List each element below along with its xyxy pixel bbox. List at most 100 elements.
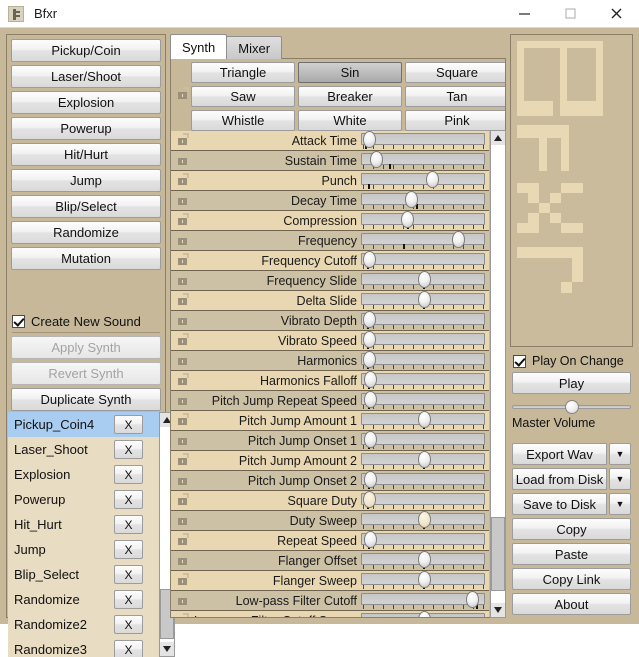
parameter-slider[interactable] [361, 531, 485, 549]
parameter-lock[interactable] [178, 392, 190, 410]
slider-track[interactable] [361, 393, 485, 405]
slider-thumb[interactable] [363, 311, 377, 328]
parameter-slider[interactable] [361, 491, 485, 509]
parameter-slider-list[interactable]: Attack Time Sustain Time Punch Decay Time Co… [171, 131, 489, 617]
parameter-lock[interactable] [178, 532, 190, 550]
parameter-row[interactable]: Sustain Time [171, 151, 489, 171]
parameter-lock[interactable] [178, 292, 190, 310]
duplicate-synth-button[interactable]: Duplicate Synth [11, 388, 161, 411]
parameter-lock[interactable] [178, 452, 190, 470]
unlocked-padlock-icon[interactable] [178, 87, 190, 99]
delete-sound-button[interactable]: X [114, 565, 143, 584]
delete-sound-button[interactable]: X [114, 415, 143, 434]
parameter-row[interactable]: Square Duty [171, 491, 489, 511]
slider-track[interactable] [361, 353, 485, 365]
slider-track[interactable] [361, 473, 485, 485]
slider-thumb[interactable] [369, 151, 383, 168]
parameter-lock[interactable] [178, 372, 190, 390]
maximize-icon[interactable] [547, 0, 593, 28]
generator-button-explosion[interactable]: Explosion [11, 91, 161, 114]
parameter-row[interactable]: Flanger Sweep [171, 571, 489, 591]
parameter-row[interactable]: Vibrato Speed [171, 331, 489, 351]
parameter-row[interactable]: Frequency Slide [171, 271, 489, 291]
export-wav-button[interactable]: Export Wav [512, 443, 607, 465]
slider-track[interactable] [361, 173, 485, 185]
delete-sound-button[interactable]: X [114, 640, 143, 657]
play-button[interactable]: Play [512, 372, 631, 394]
parameter-slider[interactable] [361, 311, 485, 329]
unlocked-padlock-icon[interactable] [178, 272, 190, 285]
slider-track[interactable] [361, 133, 485, 145]
scroll-down-arrow-icon[interactable] [491, 603, 505, 617]
unlocked-padlock-icon[interactable] [178, 372, 190, 385]
parameter-slider[interactable] [361, 331, 485, 349]
wave-type-triangle[interactable]: Triangle [191, 62, 295, 83]
slider-thumb[interactable] [417, 451, 431, 468]
create-new-sound-row[interactable]: Create New Sound [12, 312, 141, 330]
parameter-slider[interactable] [361, 551, 485, 569]
slider-track[interactable] [361, 253, 485, 265]
parameter-slider[interactable] [361, 571, 485, 589]
list-item[interactable]: Powerup X [8, 487, 165, 512]
delete-sound-button[interactable]: X [114, 615, 143, 634]
paste-button[interactable]: Paste [512, 543, 631, 565]
load-from-disk-dropdown-chevron-down-icon[interactable]: ▼ [609, 468, 631, 490]
parameter-row[interactable]: Frequency [171, 231, 489, 251]
wave-type-breaker[interactable]: Breaker [298, 86, 402, 107]
parameter-lock[interactable] [178, 432, 190, 450]
generator-button-jump[interactable]: Jump [11, 169, 161, 192]
wave-type-saw[interactable]: Saw [191, 86, 295, 107]
parameter-slider[interactable] [361, 431, 485, 449]
slider-track[interactable] [361, 313, 485, 325]
slider-thumb[interactable] [363, 351, 377, 368]
parameter-lock[interactable] [178, 332, 190, 350]
create-new-sound-checkbox[interactable] [12, 314, 25, 328]
parameter-lock[interactable] [178, 472, 190, 490]
parameter-row[interactable]: Delta Slide [171, 291, 489, 311]
generator-button-laser-shoot[interactable]: Laser/Shoot [11, 65, 161, 88]
unlocked-padlock-icon[interactable] [178, 152, 190, 165]
parameter-row[interactable]: Pitch Jump Amount 1 [171, 411, 489, 431]
parameter-row[interactable]: Duty Sweep [171, 511, 489, 531]
parameter-row[interactable]: Pitch Jump Amount 2 [171, 451, 489, 471]
unlocked-padlock-icon[interactable] [178, 592, 190, 605]
list-item[interactable]: Randomize X [8, 587, 165, 612]
play-on-change-checkbox[interactable] [513, 354, 526, 368]
parameter-lock[interactable] [178, 212, 190, 230]
generator-button-hit-hurt[interactable]: Hit/Hurt [11, 143, 161, 166]
delete-sound-button[interactable]: X [114, 540, 143, 559]
parameter-row[interactable]: Low-pass Filter Cutoff Sweep [171, 611, 489, 617]
parameter-row[interactable]: Attack Time [171, 131, 489, 151]
parameter-slider[interactable] [361, 471, 485, 489]
generator-button-mutation[interactable]: Mutation [11, 247, 161, 270]
wave-type-white[interactable]: White [298, 110, 402, 131]
slider-thumb[interactable] [363, 251, 377, 268]
generator-button-pickup-coin[interactable]: Pickup/Coin [11, 39, 161, 62]
parameter-row[interactable]: Decay Time [171, 191, 489, 211]
list-item[interactable]: Blip_Select X [8, 562, 165, 587]
wave-type-sin[interactable]: Sin [298, 62, 402, 83]
parameter-slider[interactable] [361, 391, 485, 409]
save-to-disk-button[interactable]: Save to Disk [512, 493, 607, 515]
unlocked-padlock-icon[interactable] [178, 572, 190, 585]
wave-type-pink[interactable]: Pink [405, 110, 505, 131]
minimize-icon[interactable] [501, 0, 547, 28]
parameter-lock[interactable] [178, 412, 190, 430]
list-item[interactable]: Pickup_Coin4 X [8, 412, 165, 437]
list-item[interactable]: Randomize2 X [8, 612, 165, 637]
delete-sound-button[interactable]: X [114, 490, 143, 509]
parameter-lock[interactable] [178, 272, 190, 290]
slider-thumb[interactable] [417, 551, 431, 568]
unlocked-padlock-icon[interactable] [178, 172, 190, 185]
about-button[interactable]: About [512, 593, 631, 615]
parameter-slider[interactable] [361, 171, 485, 189]
parameter-lock[interactable] [178, 172, 190, 190]
unlocked-padlock-icon[interactable] [178, 232, 190, 245]
parameter-slider[interactable] [361, 191, 485, 209]
list-item[interactable]: Jump X [8, 537, 165, 562]
delete-sound-button[interactable]: X [114, 465, 143, 484]
save-to-disk-dropdown-chevron-down-icon[interactable]: ▼ [609, 493, 631, 515]
parameter-slider[interactable] [361, 351, 485, 369]
generator-button-blip-select[interactable]: Blip/Select [11, 195, 161, 218]
slider-track[interactable] [361, 373, 485, 385]
